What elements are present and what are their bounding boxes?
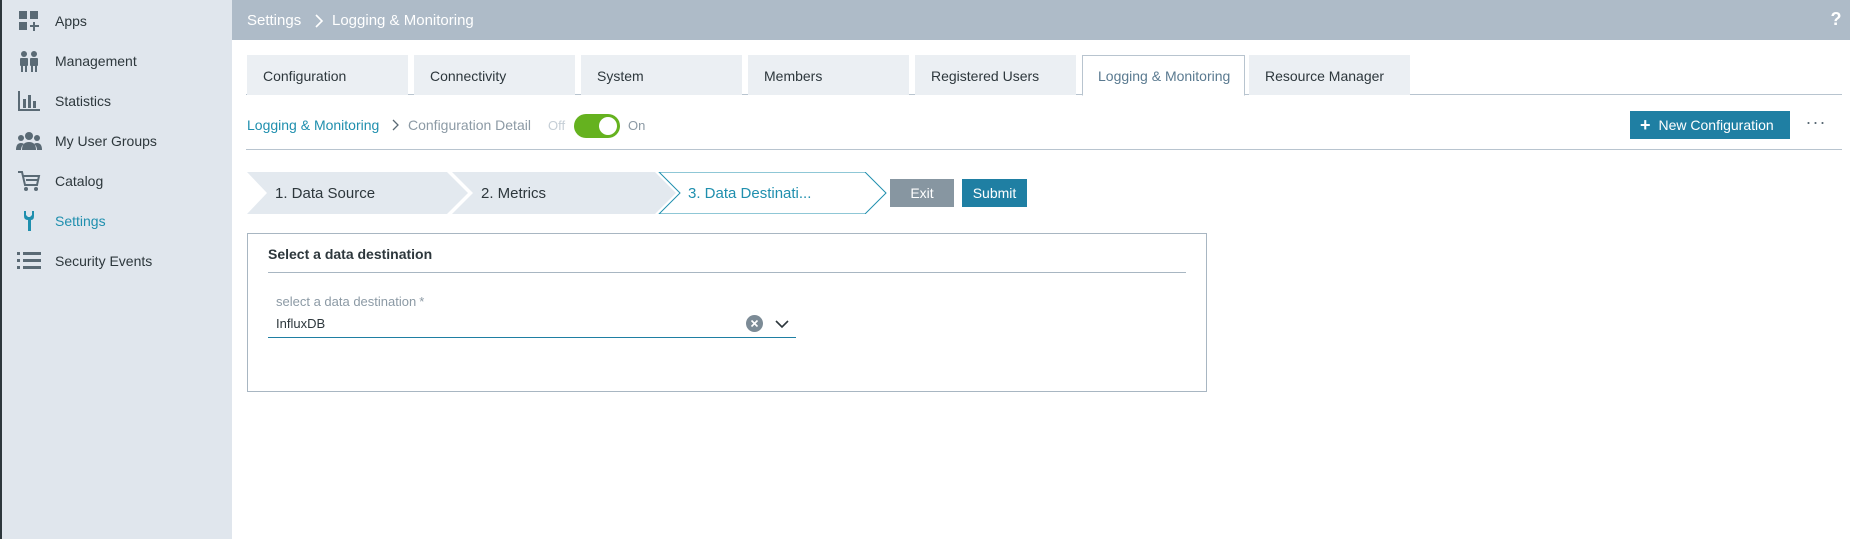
sidebar-item-apps[interactable]: Apps [2, 1, 232, 41]
breadcrumb-current: Logging & Monitoring [332, 12, 474, 29]
field-label-text: select a data destination [276, 294, 417, 309]
subheader-divider [246, 149, 1842, 150]
tab-configuration[interactable]: Configuration [247, 55, 408, 95]
panel-title: Select a data destination [268, 246, 433, 262]
sidebar-item-label: Settings [55, 213, 106, 229]
people-management-icon [16, 50, 42, 72]
sidebar-item-statistics[interactable]: Statistics [2, 81, 232, 121]
sidebar-item-my-user-groups[interactable]: My User Groups [2, 121, 232, 161]
sidebar-item-catalog[interactable]: Catalog [2, 161, 232, 201]
tab-connectivity[interactable]: Connectivity [414, 55, 575, 95]
sidebar-item-management[interactable]: Management [2, 41, 232, 81]
toggle-knob [599, 117, 617, 135]
plus-icon: + [1640, 115, 1651, 135]
new-configuration-button[interactable]: + New Configuration [1630, 111, 1790, 139]
toggle-off-label: Off [548, 118, 566, 133]
user-group-icon [16, 130, 42, 152]
clear-icon[interactable] [746, 315, 763, 332]
new-configuration-label: New Configuration [1658, 117, 1774, 133]
bar-chart-icon [16, 90, 42, 112]
help-icon[interactable]: ? [1828, 9, 1844, 29]
sidebar-item-label: My User Groups [55, 133, 157, 149]
chevron-down-icon[interactable] [774, 317, 790, 331]
sidebar: Apps Management Statistics My User Group… [0, 0, 232, 539]
subheader-current: Configuration Detail [408, 117, 531, 133]
chevron-right-icon [314, 14, 324, 28]
toggle-on-label: On [628, 118, 646, 133]
wizard-step-metrics[interactable]: 2. Metrics [481, 185, 546, 202]
wizard-steps: 1. Data Source 2. Metrics 3. Data Destin… [247, 172, 887, 214]
data-destination-select[interactable]: InfluxDB [268, 312, 796, 338]
tab-registered-users[interactable]: Registered Users [915, 55, 1076, 95]
sidebar-item-label: Management [55, 53, 137, 69]
chevron-right-icon [390, 118, 402, 132]
submit-button[interactable]: Submit [962, 179, 1027, 207]
panel-divider [268, 272, 1186, 273]
sidebar-item-settings[interactable]: Settings [2, 201, 232, 241]
sidebar-item-label: Statistics [55, 93, 112, 109]
tab-logging-monitoring[interactable]: Logging & Monitoring [1082, 55, 1245, 96]
data-destination-panel: Select a data destination select a data … [247, 233, 1207, 392]
tab-members[interactable]: Members [748, 55, 909, 95]
tab-resource-manager[interactable]: Resource Manager [1249, 55, 1410, 95]
selected-value: InfluxDB [276, 316, 326, 331]
wizard-step-data-source[interactable]: 1. Data Source [275, 185, 375, 202]
enable-toggle[interactable] [574, 114, 620, 138]
sidebar-item-label: Catalog [55, 173, 104, 189]
field-label: select a data destination * [276, 294, 424, 309]
wizard-step-data-destination[interactable]: 3. Data Destinati... [688, 185, 811, 202]
sidebar-item-security-events[interactable]: Security Events [2, 241, 232, 281]
tab-system[interactable]: System [581, 55, 742, 95]
required-mark: * [419, 294, 425, 309]
subheader-link-logging[interactable]: Logging & Monitoring [247, 117, 379, 133]
cart-icon [16, 170, 42, 192]
more-options-icon[interactable]: ··· [1804, 112, 1828, 136]
wrench-icon [16, 210, 42, 232]
breadcrumb-settings[interactable]: Settings [247, 12, 301, 29]
list-icon [16, 250, 42, 272]
sidebar-item-label: Security Events [55, 253, 153, 269]
sidebar-item-label: Apps [55, 13, 87, 29]
apps-grid-icon [16, 10, 42, 32]
exit-button[interactable]: Exit [890, 179, 954, 207]
top-bar: Settings Logging & Monitoring ? [232, 0, 1850, 40]
